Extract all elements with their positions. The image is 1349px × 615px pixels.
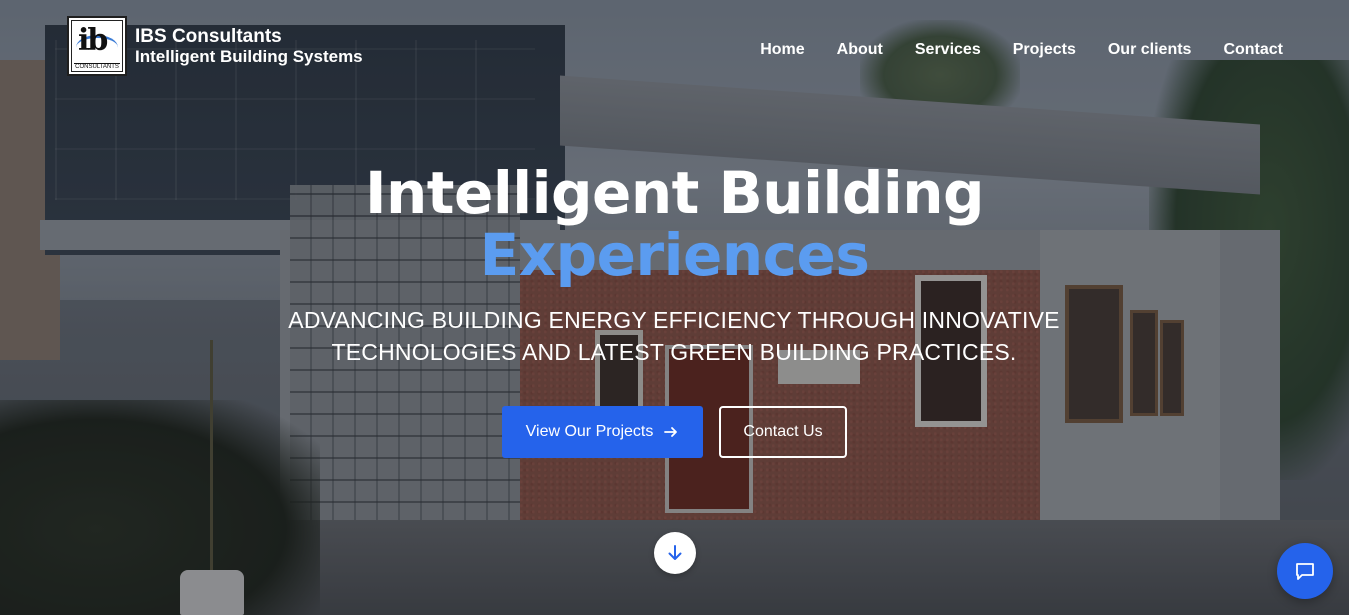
arrow-right-icon <box>664 427 678 437</box>
brand-name: IBS Consultants <box>135 25 282 47</box>
chat-icon <box>1296 563 1314 580</box>
hero-title-line1: Intelligent Building <box>364 159 985 227</box>
view-projects-label: View Our Projects <box>525 423 654 440</box>
chat-button[interactable] <box>1277 543 1333 599</box>
nav-our-clients[interactable]: Our clients <box>1108 40 1192 60</box>
contact-us-label: Contact Us <box>743 423 823 440</box>
nav-contact[interactable]: Contact <box>1223 40 1283 60</box>
arrow-down-icon <box>668 545 682 560</box>
view-projects-button[interactable]: View Our Projects <box>502 406 703 458</box>
logo: ib CONSULTANTS <box>67 16 127 76</box>
hero-cta-row: View Our Projects Contact Us <box>0 406 1349 458</box>
hero-section: ib CONSULTANTS IBS Consultants Intellige… <box>0 0 1349 615</box>
nav-services[interactable]: Services <box>915 40 981 60</box>
main-nav: Home About Services Projects Our clients… <box>760 40 1283 60</box>
logo-caption: CONSULTANTS <box>74 63 120 70</box>
contact-us-button[interactable]: Contact Us <box>719 406 847 458</box>
hero-headline: Intelligent Building Experiences <box>0 162 1349 286</box>
logo-letters: ib <box>78 23 108 58</box>
nav-home[interactable]: Home <box>760 40 804 60</box>
scroll-down-button[interactable] <box>654 532 696 574</box>
hero-tagline: ADVANCING BUILDING ENERGY EFFICIENCY THR… <box>288 307 1060 365</box>
nav-about[interactable]: About <box>837 40 883 60</box>
brand-subtitle: Intelligent Building Systems <box>135 46 363 66</box>
nav-projects[interactable]: Projects <box>1013 40 1076 60</box>
brand-home-link[interactable]: ib CONSULTANTS IBS Consultants Intellige… <box>67 16 363 76</box>
hero-title-line2: Experiences <box>479 221 870 289</box>
